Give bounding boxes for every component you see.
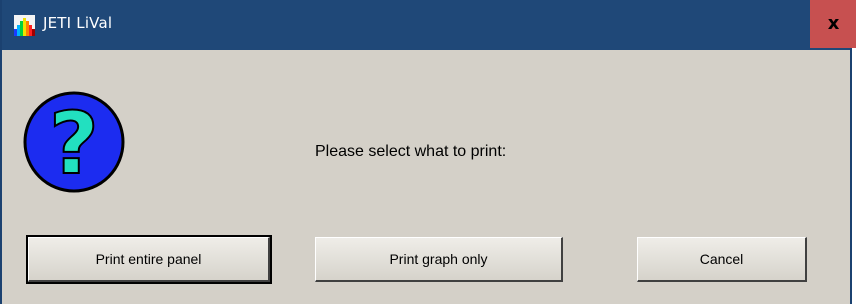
print-graph-only-button[interactable]: Print graph only bbox=[315, 237, 563, 282]
close-icon: x bbox=[827, 13, 840, 34]
question-icon: ? bbox=[23, 91, 125, 193]
app-spectrum-icon bbox=[14, 15, 35, 36]
window-title: JETI LiVal bbox=[43, 14, 113, 32]
close-button[interactable]: x bbox=[810, 0, 856, 48]
title-bar[interactable]: JETI LiVal x bbox=[2, 0, 856, 50]
dialog-message: Please select what to print: bbox=[315, 143, 507, 160]
cancel-button[interactable]: Cancel bbox=[637, 237, 807, 282]
print-entire-panel-button[interactable]: Print entire panel bbox=[26, 235, 272, 284]
dialog-window: JETI LiVal x ? Please select what to pri… bbox=[0, 0, 856, 304]
question-glyph: ? bbox=[49, 94, 99, 193]
